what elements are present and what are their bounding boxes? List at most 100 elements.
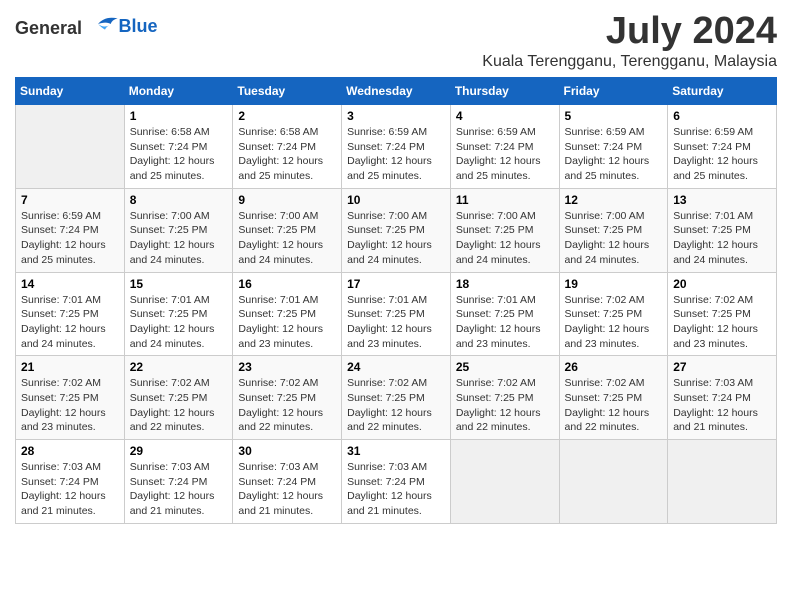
- day-header-tuesday: Tuesday: [233, 78, 342, 105]
- day-info: Sunrise: 7:01 AM Sunset: 7:25 PM Dayligh…: [21, 293, 119, 352]
- calendar-cell: 18 Sunrise: 7:01 AM Sunset: 7:25 PM Dayli…: [450, 272, 559, 356]
- calendar-week-row: 1 Sunrise: 6:58 AM Sunset: 7:24 PM Daylig…: [16, 105, 777, 189]
- calendar-week-row: 7 Sunrise: 6:59 AM Sunset: 7:24 PM Daylig…: [16, 188, 777, 272]
- calendar-cell: 28 Sunrise: 7:03 AM Sunset: 7:24 PM Dayli…: [16, 440, 125, 524]
- day-number: 5: [565, 109, 663, 123]
- day-header-thursday: Thursday: [450, 78, 559, 105]
- day-number: 20: [673, 277, 771, 291]
- calendar-cell: 14 Sunrise: 7:01 AM Sunset: 7:25 PM Dayli…: [16, 272, 125, 356]
- calendar-cell: 15Sunrise: 7:01 AM Sunset: 7:25 PM Dayli…: [124, 272, 233, 356]
- day-info: Sunrise: 7:01 AM Sunset: 7:25 PM Dayligh…: [130, 293, 228, 352]
- day-info: Sunrise: 7:02 AM Sunset: 7:25 PM Dayligh…: [456, 376, 554, 435]
- day-number: 1: [130, 109, 228, 123]
- day-info: Sunrise: 6:59 AM Sunset: 7:24 PM Dayligh…: [347, 125, 445, 184]
- day-info: Sunrise: 7:00 AM Sunset: 7:25 PM Dayligh…: [347, 209, 445, 268]
- logo-general-text: General: [15, 18, 82, 38]
- calendar-week-row: 21 Sunrise: 7:02 AM Sunset: 7:25 PM Dayli…: [16, 356, 777, 440]
- calendar-cell: 26Sunrise: 7:02 AM Sunset: 7:25 PM Dayli…: [559, 356, 668, 440]
- day-number: 24: [347, 360, 445, 374]
- calendar-cell: [16, 105, 125, 189]
- day-info: Sunrise: 7:00 AM Sunset: 7:25 PM Dayligh…: [456, 209, 554, 268]
- day-info: Sunrise: 7:01 AM Sunset: 7:25 PM Dayligh…: [347, 293, 445, 352]
- day-info: Sunrise: 7:01 AM Sunset: 7:25 PM Dayligh…: [673, 209, 771, 268]
- day-number: 25: [456, 360, 554, 374]
- day-number: 8: [130, 193, 228, 207]
- day-number: 21: [21, 360, 119, 374]
- day-info: Sunrise: 7:01 AM Sunset: 7:25 PM Dayligh…: [238, 293, 336, 352]
- day-info: Sunrise: 7:02 AM Sunset: 7:25 PM Dayligh…: [565, 293, 663, 352]
- logo: General Blue: [15, 10, 158, 39]
- day-info: Sunrise: 6:59 AM Sunset: 7:24 PM Dayligh…: [565, 125, 663, 184]
- day-header-friday: Friday: [559, 78, 668, 105]
- day-info: Sunrise: 7:02 AM Sunset: 7:25 PM Dayligh…: [130, 376, 228, 435]
- calendar-cell: 5 Sunrise: 6:59 AM Sunset: 7:24 PM Daylig…: [559, 105, 668, 189]
- calendar-cell: 7 Sunrise: 6:59 AM Sunset: 7:24 PM Daylig…: [16, 188, 125, 272]
- day-number: 18: [456, 277, 554, 291]
- calendar-cell: 3 Sunrise: 6:59 AM Sunset: 7:24 PM Daylig…: [342, 105, 451, 189]
- day-info: Sunrise: 6:59 AM Sunset: 7:24 PM Dayligh…: [456, 125, 554, 184]
- day-number: 6: [673, 109, 771, 123]
- calendar-cell: 11 Sunrise: 7:00 AM Sunset: 7:25 PM Dayli…: [450, 188, 559, 272]
- calendar-cell: 1 Sunrise: 6:58 AM Sunset: 7:24 PM Daylig…: [124, 105, 233, 189]
- calendar-cell: 24Sunrise: 7:02 AM Sunset: 7:25 PM Dayli…: [342, 356, 451, 440]
- calendar-week-row: 14 Sunrise: 7:01 AM Sunset: 7:25 PM Dayli…: [16, 272, 777, 356]
- day-header-saturday: Saturday: [668, 78, 777, 105]
- day-number: 27: [673, 360, 771, 374]
- title-section: July 2024 Kuala Terengganu, Terengganu, …: [482, 10, 777, 71]
- day-info: Sunrise: 6:59 AM Sunset: 7:24 PM Dayligh…: [21, 209, 119, 268]
- calendar-cell: 16 Sunrise: 7:01 AM Sunset: 7:25 PM Dayli…: [233, 272, 342, 356]
- day-info: Sunrise: 7:03 AM Sunset: 7:24 PM Dayligh…: [130, 460, 228, 519]
- day-info: Sunrise: 6:58 AM Sunset: 7:24 PM Dayligh…: [130, 125, 228, 184]
- day-number: 14: [21, 277, 119, 291]
- day-info: Sunrise: 7:03 AM Sunset: 7:24 PM Dayligh…: [347, 460, 445, 519]
- calendar-cell: 9Sunrise: 7:00 AM Sunset: 7:25 PM Daylig…: [233, 188, 342, 272]
- calendar-cell: [450, 440, 559, 524]
- day-info: Sunrise: 7:00 AM Sunset: 7:25 PM Dayligh…: [238, 209, 336, 268]
- day-number: 16: [238, 277, 336, 291]
- day-info: Sunrise: 7:01 AM Sunset: 7:25 PM Dayligh…: [456, 293, 554, 352]
- calendar-cell: 4 Sunrise: 6:59 AM Sunset: 7:24 PM Daylig…: [450, 105, 559, 189]
- day-info: Sunrise: 7:02 AM Sunset: 7:25 PM Dayligh…: [673, 293, 771, 352]
- day-header-sunday: Sunday: [16, 78, 125, 105]
- day-info: Sunrise: 7:02 AM Sunset: 7:25 PM Dayligh…: [565, 376, 663, 435]
- calendar-cell: [668, 440, 777, 524]
- calendar-cell: 20 Sunrise: 7:02 AM Sunset: 7:25 PM Dayli…: [668, 272, 777, 356]
- calendar-table: SundayMondayTuesdayWednesdayThursdayFrid…: [15, 77, 777, 524]
- day-number: 19: [565, 277, 663, 291]
- day-number: 4: [456, 109, 554, 123]
- calendar-cell: 22 Sunrise: 7:02 AM Sunset: 7:25 PM Dayli…: [124, 356, 233, 440]
- day-number: 30: [238, 444, 336, 458]
- calendar-cell: [559, 440, 668, 524]
- day-number: 28: [21, 444, 119, 458]
- day-info: Sunrise: 6:58 AM Sunset: 7:24 PM Dayligh…: [238, 125, 336, 184]
- day-info: Sunrise: 7:03 AM Sunset: 7:24 PM Dayligh…: [21, 460, 119, 519]
- calendar-cell: 21 Sunrise: 7:02 AM Sunset: 7:25 PM Dayli…: [16, 356, 125, 440]
- logo-blue-text: Blue: [119, 16, 158, 37]
- calendar-cell: 30Sunrise: 7:03 AM Sunset: 7:24 PM Dayli…: [233, 440, 342, 524]
- day-info: Sunrise: 7:02 AM Sunset: 7:25 PM Dayligh…: [21, 376, 119, 435]
- month-title: July 2024: [482, 10, 777, 53]
- calendar-cell: 17 Sunrise: 7:01 AM Sunset: 7:25 PM Dayli…: [342, 272, 451, 356]
- day-info: Sunrise: 7:02 AM Sunset: 7:25 PM Dayligh…: [238, 376, 336, 435]
- calendar-cell: 19 Sunrise: 7:02 AM Sunset: 7:25 PM Dayli…: [559, 272, 668, 356]
- page-header: General Blue July 2024 Kuala Terengganu,…: [15, 10, 777, 71]
- day-info: Sunrise: 7:00 AM Sunset: 7:25 PM Dayligh…: [565, 209, 663, 268]
- calendar-cell: 31 Sunrise: 7:03 AM Sunset: 7:24 PM Dayli…: [342, 440, 451, 524]
- day-number: 3: [347, 109, 445, 123]
- day-number: 7: [21, 193, 119, 207]
- day-number: 17: [347, 277, 445, 291]
- day-info: Sunrise: 7:03 AM Sunset: 7:24 PM Dayligh…: [673, 376, 771, 435]
- calendar-cell: 10Sunrise: 7:00 AM Sunset: 7:25 PM Dayli…: [342, 188, 451, 272]
- calendar-week-row: 28 Sunrise: 7:03 AM Sunset: 7:24 PM Dayli…: [16, 440, 777, 524]
- logo-bird-icon: [91, 14, 119, 34]
- day-header-wednesday: Wednesday: [342, 78, 451, 105]
- calendar-cell: 2Sunrise: 6:58 AM Sunset: 7:24 PM Daylig…: [233, 105, 342, 189]
- day-number: 22: [130, 360, 228, 374]
- day-number: 31: [347, 444, 445, 458]
- calendar-cell: 23 Sunrise: 7:02 AM Sunset: 7:25 PM Dayli…: [233, 356, 342, 440]
- day-number: 12: [565, 193, 663, 207]
- calendar-cell: 27 Sunrise: 7:03 AM Sunset: 7:24 PM Dayli…: [668, 356, 777, 440]
- calendar-cell: 8Sunrise: 7:00 AM Sunset: 7:25 PM Daylig…: [124, 188, 233, 272]
- day-number: 23: [238, 360, 336, 374]
- day-number: 11: [456, 193, 554, 207]
